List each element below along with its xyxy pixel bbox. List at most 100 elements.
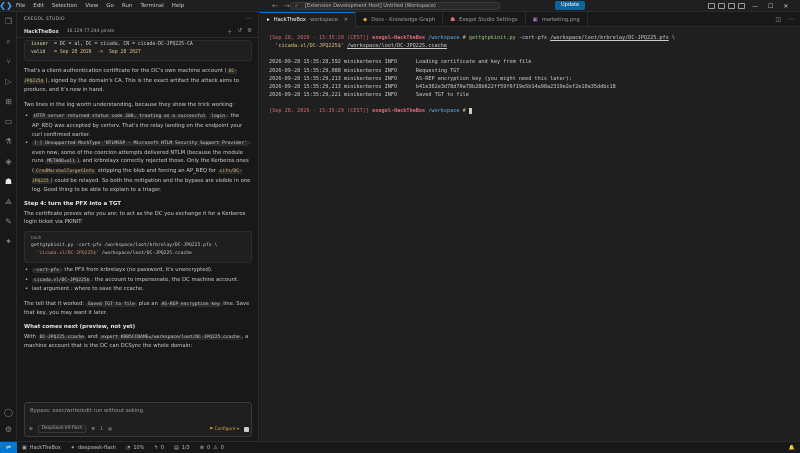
status-session-label: HackTheBox [29,444,61,451]
tab-hackthebox-terminal[interactable]: ▸ HackTheBox workspace ✕ [260,12,356,27]
search-activity-icon[interactable]: ⌕ [3,36,14,47]
menu-edit[interactable]: Edit [29,0,48,12]
notes-icon[interactable]: ✎ [3,216,14,227]
tab-exegol-settings[interactable]: ☗ Exegol Studio Settings [443,12,526,27]
list-item-text: : the PFX from krbrelayx (no password, i… [60,266,213,273]
menu-view[interactable]: View [81,0,102,12]
status-count[interactable]: ϟ0 [149,445,169,451]
list-item-text: ) could be relayed. So both the mitigati… [32,177,251,194]
code-line-2-rest: /workspace/loot/DC-JPQ225.ccache [98,250,192,256]
tools-icon[interactable]: ⚒ [91,427,95,432]
command-center[interactable]: ⌕ [Extension Development Host] Untitled … [290,2,500,10]
remote-explorer-icon[interactable]: ▭ [3,116,14,127]
close-window-icon[interactable]: ✕ [783,3,788,10]
extensions-icon[interactable]: ⊞ [3,96,14,107]
inline-code: login [209,114,228,120]
settings-icon[interactable]: ⚙ [247,28,252,36]
new-chat-icon[interactable]: ＋ [227,28,233,36]
status-percent[interactable]: ◔ 10% [121,445,150,451]
tab-marketing-png[interactable]: ▣ marketing.png [526,12,588,27]
docker-icon[interactable]: ◈ [3,156,14,167]
prompt-path: /workspace [428,108,460,115]
bash-code-block[interactable]: bash gettgtpkinit.py -cert-pfx /workspac… [24,230,252,263]
issuer-key: issuer [31,42,49,47]
code-language-label: bash [31,235,42,241]
window-controls: — ☐ ✕ [752,0,788,12]
cert-output-block: issuer = DC = al, DC = cicada, CN = cica… [24,40,252,61]
inline-code: AS-REP encryption key [159,301,222,307]
command-center-label: [Extension Development Host] Untitled (W… [305,3,436,9]
customize-layout-icon[interactable] [738,3,745,9]
p5-text-a: With [24,333,38,340]
menu-run[interactable]: Run [118,0,137,12]
explorer-icon[interactable]: ❐ [3,16,14,27]
status-session[interactable]: ▣ HackTheBox [17,445,66,451]
graph-icon[interactable]: ⟁ [3,196,14,207]
update-button[interactable]: Update [555,1,586,10]
tab-label: Docs - Knowledge Graph [371,16,436,23]
minimize-icon[interactable]: — [752,3,758,10]
account-icon[interactable]: ◯ [3,407,14,418]
forward-arrow-icon[interactable]: → [284,2,290,10]
chat-icon[interactable]: ✦ [3,236,14,247]
exegol-chat-panel: EXEGOL STUDIO ⋯ HackTheBox 10.129.77.244… [17,12,259,441]
status-problems[interactable]: ⊗ 0 ⚠ 0 [195,445,229,451]
toggle-sidebar-icon[interactable] [708,3,715,9]
model-picker[interactable]: DeepSeek-V4-flash [37,425,87,433]
status-model[interactable]: ✦ deepseek-flash [66,445,121,451]
editor-more-icon[interactable]: ⋯ [788,16,794,23]
close-tab-icon[interactable]: ✕ [344,17,348,23]
toggle-secondary-sidebar-icon[interactable] [728,3,735,9]
run-debug-icon[interactable]: ▷ [3,76,14,87]
toggle-panel-icon[interactable] [718,3,725,9]
p3-emphasis: who you are [83,210,117,217]
chat-messages[interactable]: issuer = DC = al, DC = cicada, CN = cica… [17,38,258,410]
prompt-host: exegol-HackTheBox [372,35,426,41]
configure-button[interactable]: ⚑ Configure ▾ [209,427,239,432]
tab-docs-knowledge-graph[interactable]: ◆ Docs - Knowledge Graph [356,12,444,27]
terminal-log-line: 2026-09-28 15:35:29,221 minikerberos INF… [269,91,791,99]
log-timestamp: 2026-09-28 15:35:28,592 [269,59,341,66]
testing-icon[interactable]: ⚗ [3,136,14,147]
menu-file[interactable]: File [12,0,29,12]
log-level: INFO [384,92,398,99]
status-pages[interactable]: ▤ 1/3 [169,445,195,451]
command-ccache-path: /workspace/loot/DC-JPQ225.ccache [347,43,448,50]
chat-input-placeholder[interactable]: Bypass: exec/write/edit run without aski… [30,408,145,414]
menu-help[interactable]: Help [168,0,189,12]
prompt-time: [Sep 28, 2026 - 15:35:29 (CEST)] [269,108,369,115]
session-name[interactable]: HackTheBox [24,29,59,35]
menu-terminal[interactable]: Terminal [136,0,167,12]
log-message: Loading certificate and key from file [415,59,532,66]
section-heading: What comes next (preview, not yet) [24,323,136,330]
manage-gear-icon[interactable]: ⚙ [3,424,14,435]
maximize-icon[interactable]: ☐ [768,3,773,10]
exegol-studio-icon[interactable]: ☗ [3,176,14,187]
input-actions: ⚑ Configure ▾ [209,426,249,432]
remote-indicator-icon[interactable]: ⇌ [0,441,17,453]
terminal-log-line: 2026-09-28 15:35:29,088 minikerberos INF… [269,67,791,75]
vscode-logo-icon: ❮❯ [0,1,13,10]
notifications-bell-icon[interactable]: 🔔 [784,445,800,451]
stop-icon[interactable] [244,426,249,432]
attach-icon[interactable]: ⊕ [29,427,33,432]
source-control-icon[interactable]: ⑂ [3,56,14,67]
split-editor-icon[interactable]: ◫ [775,16,781,23]
history-icon[interactable]: ↺ [237,28,242,36]
terminal-view[interactable]: [Sep 28, 2026 - 15:35:20 (CEST)] exegol-… [260,27,800,441]
status-bar: ⇌ ▣ HackTheBox ✦ deepseek-flash ◔ 10% ϟ0 ▤ 1… [0,441,800,453]
p5-text-b: and [85,333,100,340]
message-paragraph: With DC-JPQ225.ccache and export KRB5CCN… [24,333,252,351]
inline-code: [-] Unsupported MechType 'NTLMSSP - Micr… [32,141,249,147]
menu-selection[interactable]: Selection [48,0,81,12]
back-arrow-icon[interactable]: ← [272,2,278,10]
chat-input-box[interactable]: Bypass: exec/write/edit run without aski… [24,402,252,437]
more-actions-icon[interactable]: ⋯ [246,15,252,22]
message-paragraph: The certificate proves who you are; to a… [24,210,252,227]
mention-icon[interactable]: @ [108,427,112,432]
menu-go[interactable]: Go [102,0,118,12]
log-source: minikerberos [343,59,382,66]
terminal-prompt-line: [Sep 28, 2026 - 15:35:29 (CEST)] exegol-… [269,107,791,115]
log-level: INFO [384,59,398,66]
tab-label: HackTheBox [273,17,306,23]
